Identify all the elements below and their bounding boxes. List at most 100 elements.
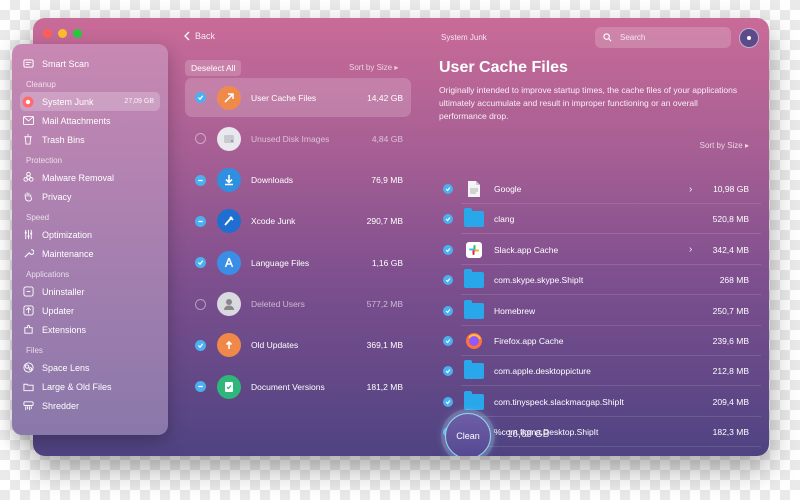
section-protection: Protection bbox=[26, 156, 63, 165]
detail-title: User Cache Files bbox=[439, 59, 568, 76]
category-checkbox[interactable] bbox=[195, 257, 206, 269]
file-checkbox[interactable] bbox=[443, 396, 453, 407]
sidebar-item-extensions[interactable]: Extensions bbox=[12, 320, 168, 339]
mail-icon bbox=[22, 115, 34, 127]
file-row[interactable]: Google › 10,98 GB bbox=[431, 174, 761, 204]
folder-icon bbox=[464, 269, 484, 290]
category-size: 181,2 MB bbox=[366, 381, 403, 392]
file-name: clang bbox=[494, 214, 515, 225]
file-checkbox[interactable] bbox=[443, 214, 453, 225]
sidebar-item-system-junk[interactable]: System Junk 27,09 GB bbox=[20, 92, 160, 111]
sidebar-item-shredder[interactable]: Shredder bbox=[12, 396, 168, 415]
downloads-icon bbox=[217, 168, 241, 193]
back-label: Back bbox=[195, 31, 216, 41]
file-row[interactable]: com.skype.skype.ShipIt 268 MB bbox=[431, 265, 761, 296]
clean-button[interactable]: Clean bbox=[445, 413, 491, 456]
file-checkbox[interactable] bbox=[443, 244, 453, 255]
file-checkbox[interactable] bbox=[443, 305, 453, 316]
category-name: Unused Disk Images bbox=[251, 133, 330, 144]
trash-icon bbox=[22, 134, 34, 146]
category-size: 577,2 MB bbox=[366, 299, 403, 309]
detail-description: Originally intended to improve startup t… bbox=[439, 85, 738, 121]
category-list: Deselect All Sort by Size ▸ User Cache F… bbox=[183, 58, 413, 448]
section-cleanup: Cleanup bbox=[26, 80, 56, 89]
file-checkbox[interactable] bbox=[443, 275, 453, 286]
sidebar-item-smart-scan[interactable]: Smart Scan bbox=[12, 54, 168, 73]
assistant-button[interactable] bbox=[739, 28, 759, 48]
category-checkbox[interactable] bbox=[195, 133, 206, 145]
sidebar-item-label: Malware Removal bbox=[42, 172, 115, 183]
sidebar-item-label: Space Lens bbox=[42, 362, 90, 373]
sidebar-item-maintenance[interactable]: Maintenance bbox=[12, 244, 168, 263]
sidebar-item-mail-attachments[interactable]: Mail Attachments bbox=[12, 111, 168, 130]
category-name: Old Updates bbox=[251, 340, 299, 351]
biohazard-icon bbox=[22, 172, 34, 184]
category-row[interactable]: Language Files 1,16 GB bbox=[185, 243, 411, 282]
sidebar-item-large-old-files[interactable]: Large & Old Files bbox=[12, 377, 168, 396]
sidebar-item-label: Shredder bbox=[42, 400, 80, 411]
file-row[interactable]: Firefox.app Cache 239,6 MB bbox=[431, 326, 761, 356]
sidebar-item-label: Maintenance bbox=[42, 248, 94, 259]
category-name: Language Files bbox=[251, 257, 310, 268]
category-name: Deleted Users bbox=[251, 299, 305, 309]
chevron-right-icon[interactable]: › bbox=[689, 244, 692, 255]
clean-button-ring: Clean bbox=[441, 409, 495, 456]
category-row[interactable]: Xcode Junk 290,7 MB bbox=[185, 202, 411, 241]
file-row[interactable]: clang 520,8 MB bbox=[431, 204, 761, 235]
sidebar-item-malware-removal[interactable]: Malware Removal bbox=[12, 168, 168, 187]
file-checkbox[interactable] bbox=[443, 184, 453, 194]
category-name: Xcode Junk bbox=[251, 216, 296, 227]
chevron-right-icon[interactable]: › bbox=[689, 184, 692, 195]
sidebar-item-space-lens[interactable]: Space Lens bbox=[12, 358, 168, 377]
file-name: Firefox.app Cache bbox=[494, 336, 564, 346]
back-button[interactable]: Back bbox=[184, 31, 215, 41]
file-checkbox[interactable] bbox=[443, 366, 453, 377]
file-checkbox[interactable] bbox=[443, 336, 453, 346]
category-name: Document Versions bbox=[251, 381, 325, 392]
sliders-icon bbox=[22, 229, 34, 241]
category-row[interactable]: Document Versions 181,2 MB bbox=[185, 367, 411, 406]
file-row[interactable]: com.apple.desktoppicture 212,8 MB bbox=[431, 356, 761, 387]
uninstaller-icon bbox=[22, 286, 34, 298]
firefox-icon bbox=[464, 331, 484, 351]
category-row[interactable]: Old Updates 369,1 MB bbox=[185, 326, 411, 365]
slack-icon bbox=[464, 240, 484, 260]
system-junk-icon bbox=[22, 96, 34, 108]
file-row[interactable]: Slack.app Cache › 342,4 MB bbox=[431, 235, 761, 265]
file-row[interactable]: Homebrew 250,7 MB bbox=[431, 296, 761, 326]
category-checkbox[interactable] bbox=[195, 298, 206, 310]
category-checkbox[interactable] bbox=[195, 339, 206, 351]
chevron-left-icon bbox=[184, 31, 190, 41]
category-size: 1,16 GB bbox=[371, 257, 403, 268]
file-size: 520,8 MB bbox=[712, 214, 749, 225]
space-lens-icon bbox=[22, 362, 34, 374]
sidebar-item-optimization[interactable]: Optimization bbox=[12, 225, 168, 244]
file-size: 182,3 MB bbox=[712, 427, 749, 438]
search-icon bbox=[603, 33, 612, 42]
detail-sort-button[interactable]: Sort by Size ▸ bbox=[700, 141, 749, 150]
xcode-icon bbox=[217, 209, 241, 234]
sidebar-item-uninstaller[interactable]: Uninstaller bbox=[12, 282, 168, 301]
deleted-users-icon bbox=[217, 292, 241, 316]
file-name: com.skype.skype.ShipIt bbox=[494, 275, 584, 286]
category-row[interactable]: Unused Disk Images 4,84 GB bbox=[185, 119, 411, 158]
sidebar-item-trash-bins[interactable]: Trash Bins bbox=[12, 130, 168, 149]
deselect-all-button[interactable]: Deselect All bbox=[185, 60, 242, 76]
sidebar-item-updater[interactable]: Updater bbox=[12, 301, 168, 320]
sort-by-size-button[interactable]: Sort by Size ▸ bbox=[349, 63, 398, 72]
sidebar-item-privacy[interactable]: Privacy bbox=[12, 187, 168, 206]
category-row[interactable]: Downloads 76,9 MB bbox=[185, 161, 411, 200]
category-row[interactable]: Deleted Users 577,2 MB bbox=[185, 285, 411, 324]
search-box[interactable] bbox=[595, 27, 731, 48]
category-checkbox[interactable] bbox=[195, 381, 206, 393]
category-row[interactable]: User Cache Files 14,42 GB bbox=[185, 78, 411, 117]
sidebar-item-label: Large & Old Files bbox=[42, 381, 112, 392]
category-checkbox[interactable] bbox=[195, 174, 206, 186]
category-checkbox[interactable] bbox=[195, 92, 206, 103]
search-input[interactable] bbox=[620, 33, 720, 42]
file-size: 10,98 GB bbox=[713, 184, 749, 194]
category-checkbox[interactable] bbox=[195, 215, 206, 227]
shredder-icon bbox=[22, 400, 34, 412]
category-size: 290,7 MB bbox=[366, 216, 403, 227]
file-size: 342,4 MB bbox=[712, 244, 749, 255]
